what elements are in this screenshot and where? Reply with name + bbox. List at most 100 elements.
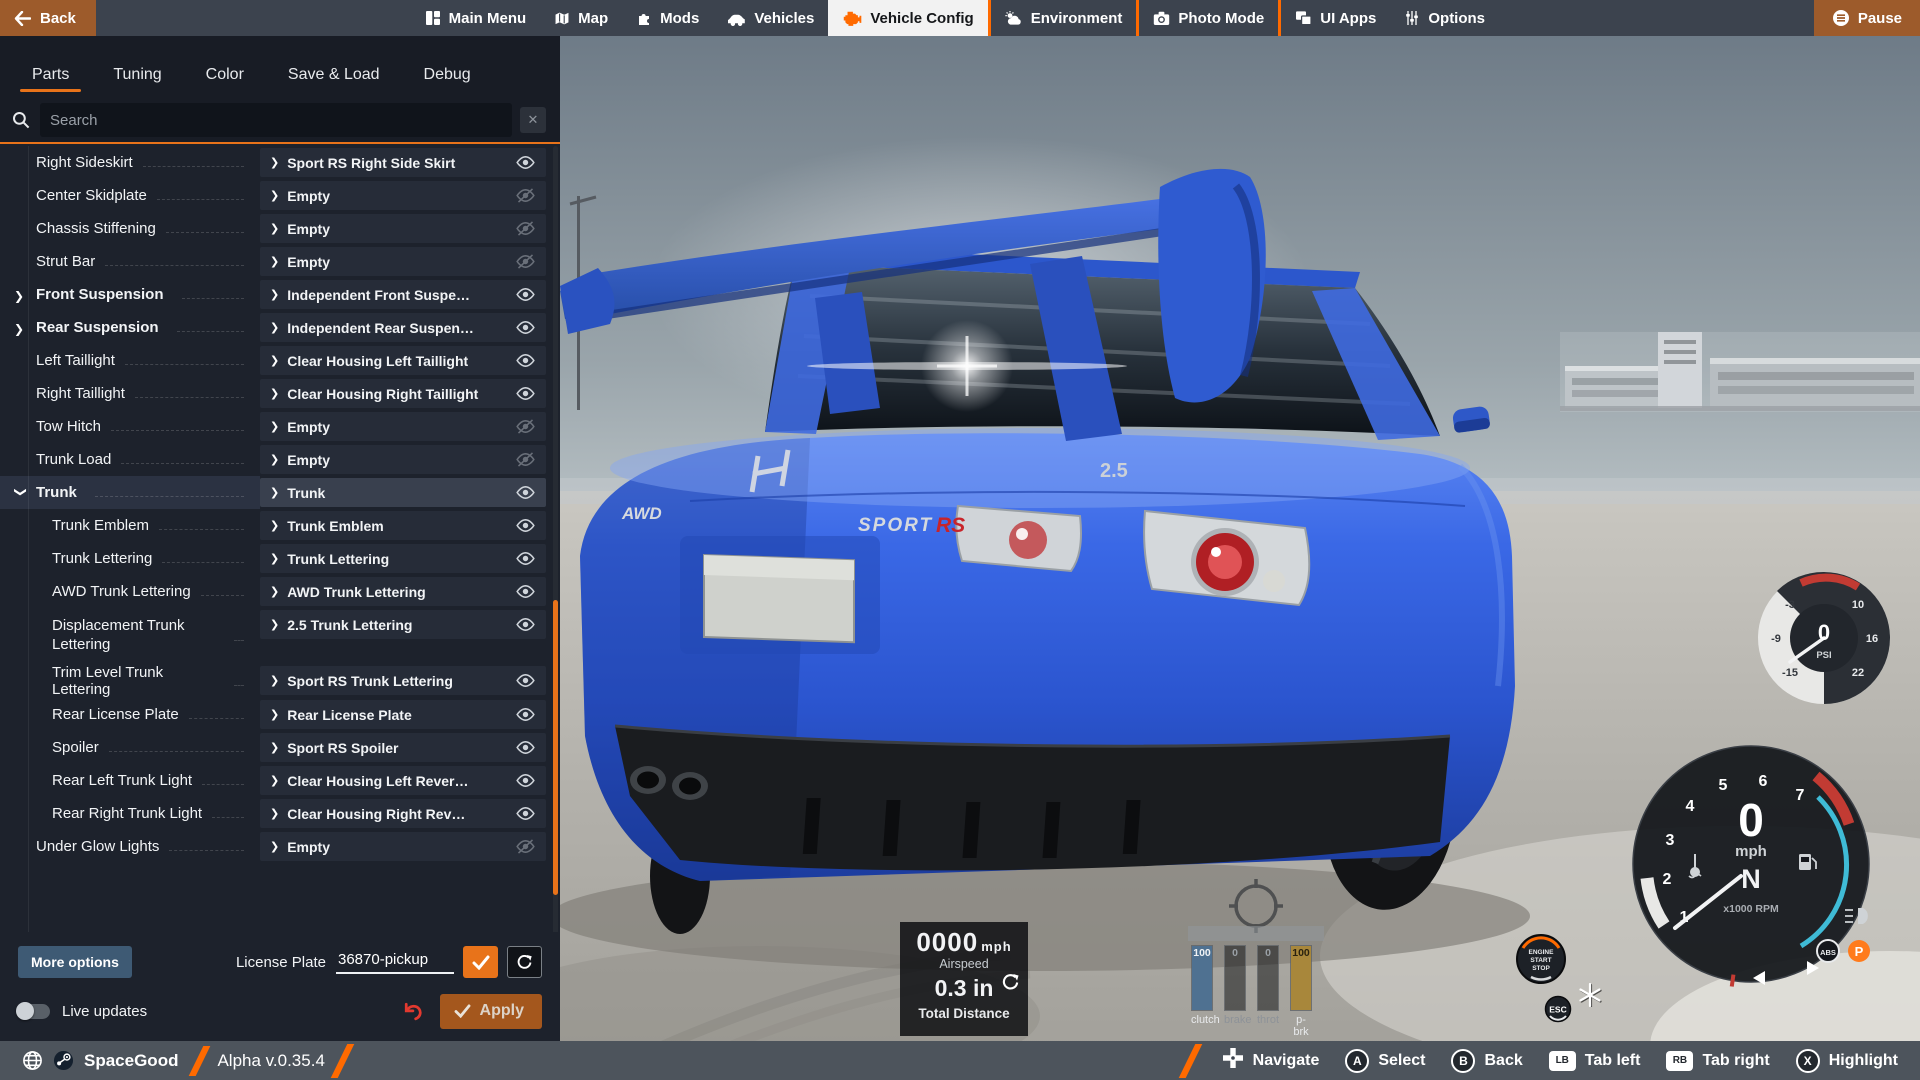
dotted-leader — [166, 232, 244, 233]
tab-color[interactable]: Color — [192, 54, 258, 98]
visibility-eye-icon[interactable] — [515, 254, 536, 269]
visibility-eye-icon[interactable] — [515, 452, 536, 467]
part-select-button[interactable]: ❯ Clear Housing Left Rever… — [260, 766, 546, 795]
part-select-button[interactable]: ❯ Clear Housing Right Rev… — [260, 799, 546, 828]
dotted-leader — [125, 364, 244, 365]
part-slot-row: Right Sideskirt ❯ Sport RS Right Side Sk… — [0, 146, 560, 179]
search-input[interactable] — [40, 103, 512, 137]
visibility-eye-icon[interactable] — [515, 740, 536, 755]
esc-badge[interactable]: ESC — [1544, 995, 1572, 1023]
part-select-button[interactable]: ❯ Empty — [260, 832, 546, 861]
license-plate-confirm-button[interactable] — [463, 946, 498, 978]
pause-button[interactable]: Pause — [1814, 0, 1920, 36]
topbar-item-options[interactable]: Options — [1390, 0, 1499, 36]
dotted-leader — [177, 331, 244, 332]
part-slot-row: Trunk Load ❯ Empty — [0, 443, 560, 476]
part-select-button[interactable]: ❯ Sport RS Right Side Skirt — [260, 148, 546, 177]
expand-chevron-icon[interactable]: ❯ — [14, 289, 28, 303]
pedal-column: 100 clutch — [1191, 945, 1213, 1038]
visibility-eye-icon[interactable] — [515, 287, 536, 302]
orange-slash-divider — [1178, 1044, 1202, 1078]
topbar-item-map[interactable]: Map — [540, 0, 622, 36]
part-select-button[interactable]: ❯ Independent Rear Suspen… — [260, 313, 546, 342]
live-updates-toggle[interactable] — [18, 1004, 50, 1019]
tab-save-load[interactable]: Save & Load — [274, 54, 394, 98]
part-select-button[interactable]: ❯ Empty — [260, 181, 546, 210]
visibility-eye-icon[interactable] — [515, 320, 536, 335]
visibility-eye-icon[interactable] — [515, 773, 536, 788]
visibility-eye-icon[interactable] — [515, 419, 536, 434]
chevron-right-icon: ❯ — [270, 585, 279, 598]
selected-part-label: Rear License Plate — [287, 707, 507, 723]
topbar-item-vehicle-config[interactable]: Vehicle Config — [828, 0, 987, 36]
search-clear-icon[interactable]: ✕ — [520, 107, 546, 133]
part-select-button[interactable]: ❯ Trunk — [260, 478, 546, 507]
part-select-button[interactable]: ❯ Independent Front Suspe… — [260, 280, 546, 309]
part-slot-label: Left Taillight — [36, 352, 115, 369]
visibility-eye-icon[interactable] — [515, 353, 536, 368]
visibility-eye-icon[interactable] — [515, 485, 536, 500]
topbar-item-environment[interactable]: Environment — [991, 0, 1137, 36]
part-slot-label: Chassis Stiffening — [36, 220, 156, 237]
tab-debug[interactable]: Debug — [410, 54, 485, 98]
topbar-item-vehicles[interactable]: Vehicles — [713, 0, 828, 36]
visibility-eye-icon[interactable] — [515, 221, 536, 236]
back-button[interactable]: Back — [0, 0, 96, 36]
undo-icon — [401, 1000, 424, 1023]
license-plate-randomize-button[interactable] — [507, 946, 542, 978]
part-select-button[interactable]: ❯ Empty — [260, 445, 546, 474]
visibility-eye-icon[interactable] — [515, 518, 536, 533]
speed-value: 0 — [1738, 794, 1764, 846]
chevron-right-icon: ❯ — [270, 618, 279, 631]
topbar-item-main-menu[interactable]: Main Menu — [411, 0, 541, 36]
expand-chevron-icon[interactable]: ❯ — [14, 322, 28, 336]
parts-scrollbar-thumb[interactable] — [553, 600, 558, 895]
part-select-button[interactable]: ❯ Sport RS Spoiler — [260, 733, 546, 762]
dotted-leader — [159, 529, 244, 530]
topbar-item-ui-apps[interactable]: UI Apps — [1281, 0, 1390, 36]
part-slot-row: Right Taillight ❯ Clear Housing Right Ta… — [0, 377, 560, 410]
apply-button[interactable]: Apply — [440, 994, 542, 1029]
selected-part-label: Empty — [287, 188, 507, 204]
svg-text:ESC: ESC — [1549, 1005, 1566, 1015]
part-select-button[interactable]: ❯ Clear Housing Left Taillight — [260, 346, 546, 375]
part-slot-row: Displacement Trunk Lettering ❯ 2.5 Trunk… — [0, 608, 560, 664]
tab-tuning[interactable]: Tuning — [99, 54, 175, 98]
selected-part-label: Sport RS Trunk Lettering — [287, 673, 507, 689]
top-menu-bar: Back Main Menu Map Mods Vehicles Vehi — [0, 0, 1920, 36]
part-select-button[interactable]: ❯ Empty — [260, 412, 546, 441]
visibility-eye-icon[interactable] — [515, 839, 536, 854]
part-slot-label: Trunk Load — [36, 451, 111, 468]
undo-button[interactable] — [401, 1000, 424, 1023]
more-options-button[interactable]: More options — [18, 946, 132, 978]
topbar-item-mods[interactable]: Mods — [622, 0, 713, 36]
visibility-eye-icon[interactable] — [515, 806, 536, 821]
airspeed-unit: mph — [981, 939, 1011, 954]
part-select-button[interactable]: ❯ Clear Housing Right Taillight — [260, 379, 546, 408]
part-select-button[interactable]: ❯ Trunk Lettering — [260, 544, 546, 573]
engine-start-stop-button[interactable]: ENGINE START STOP — [1515, 933, 1567, 985]
visibility-eye-icon[interactable] — [515, 155, 536, 170]
part-select-button[interactable]: ❯ AWD Trunk Lettering — [260, 577, 546, 606]
visibility-eye-icon[interactable] — [515, 551, 536, 566]
visibility-eye-icon[interactable] — [515, 673, 536, 688]
part-select-button[interactable]: ❯ Empty — [260, 214, 546, 243]
visibility-eye-icon[interactable] — [515, 617, 536, 632]
viewport-3d[interactable]: AWD SPORT RS 2.5 — [560, 36, 1920, 1080]
rear-bumper — [615, 726, 1450, 870]
license-plate-input[interactable] — [336, 951, 454, 974]
part-select-button[interactable]: ❯ 2.5 Trunk Lettering — [260, 610, 546, 639]
tab-parts[interactable]: Parts — [18, 54, 83, 98]
visibility-eye-icon[interactable] — [515, 386, 536, 401]
visibility-eye-icon[interactable] — [515, 584, 536, 599]
distance-reset-icon[interactable] — [1001, 973, 1020, 996]
visibility-eye-icon[interactable] — [515, 188, 536, 203]
visibility-eye-icon[interactable] — [515, 707, 536, 722]
gear-indicator: N — [1741, 864, 1761, 894]
part-select-button[interactable]: ❯ Rear License Plate — [260, 700, 546, 729]
expand-chevron-icon[interactable]: ❯ — [14, 487, 28, 501]
part-select-button[interactable]: ❯ Empty — [260, 247, 546, 276]
topbar-item-photo-mode[interactable]: Photo Mode — [1139, 0, 1278, 36]
part-select-button[interactable]: ❯ Trunk Emblem — [260, 511, 546, 540]
part-select-button[interactable]: ❯ Sport RS Trunk Lettering — [260, 666, 546, 695]
